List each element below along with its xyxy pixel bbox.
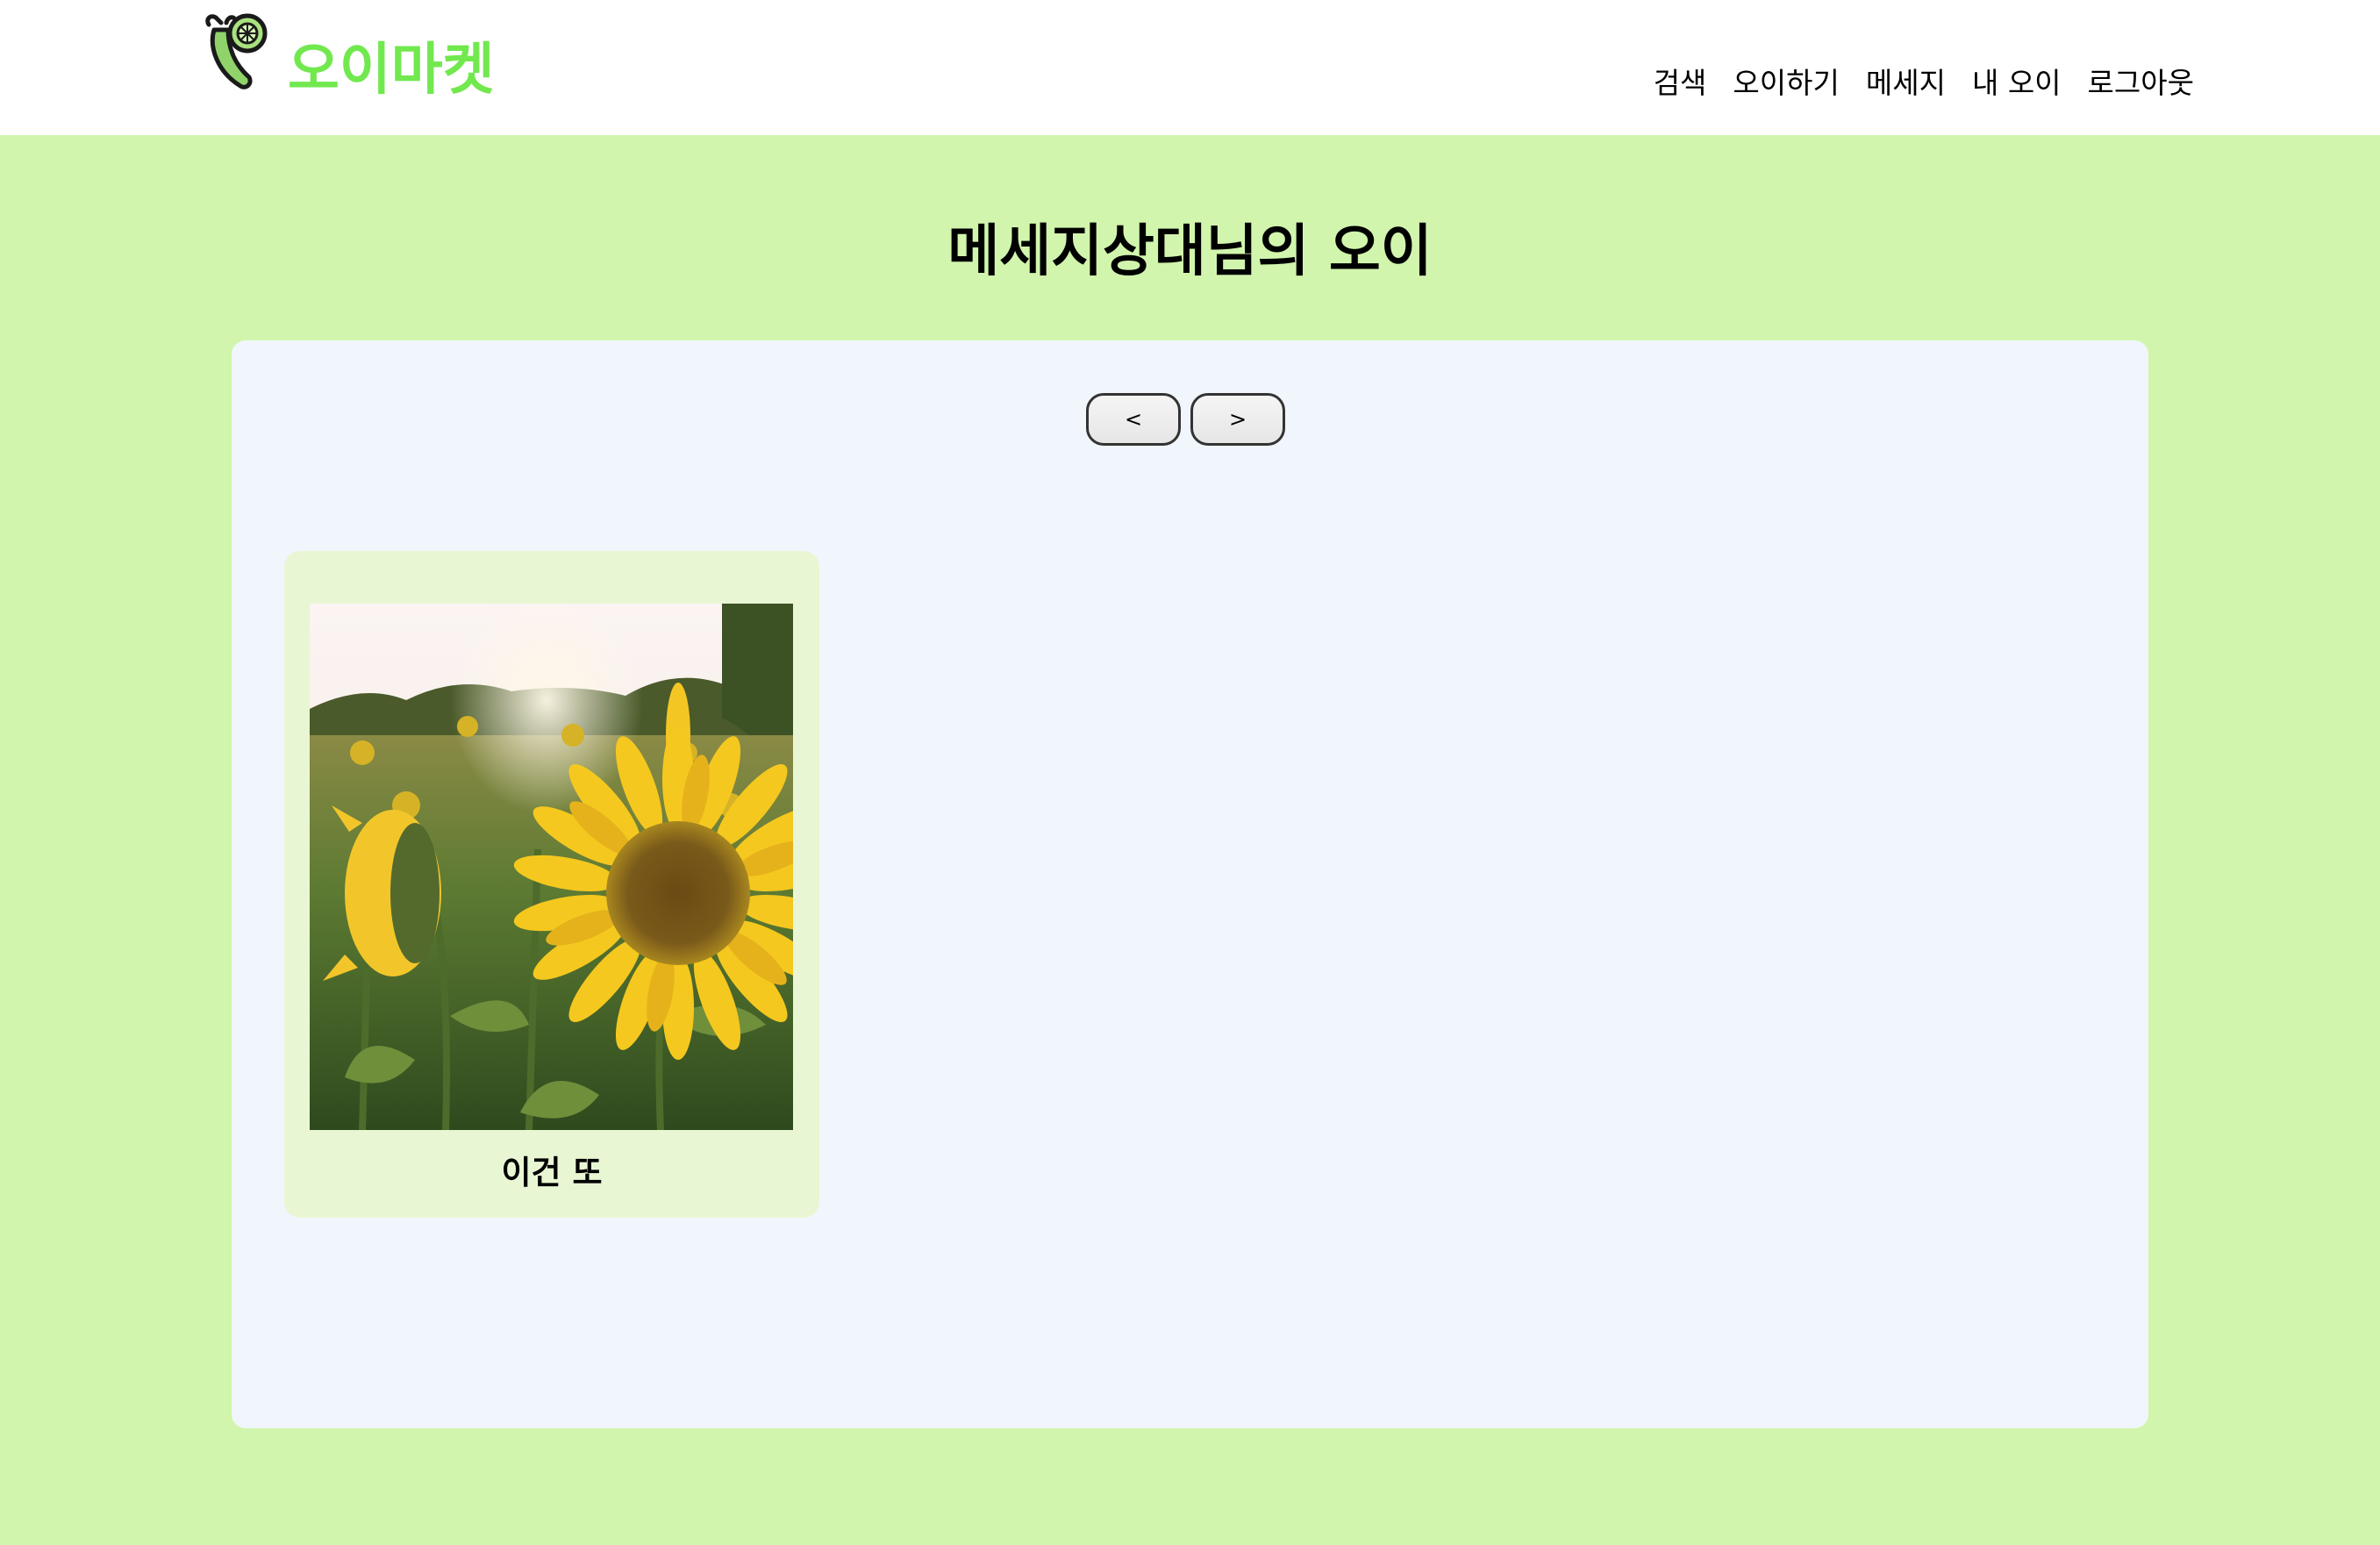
prev-page-button[interactable]: < xyxy=(1086,393,1181,446)
next-page-button[interactable]: > xyxy=(1190,393,1285,446)
nav-logout[interactable]: 로그아웃 xyxy=(2088,68,2194,97)
nav-sell[interactable]: 오이하기 xyxy=(1733,68,1839,97)
item-title[interactable]: 이건 또 xyxy=(284,1156,819,1189)
nav-my-items[interactable]: 내 오이 xyxy=(1972,68,2062,97)
cucumber-icon[interactable] xyxy=(202,11,272,89)
nav-messages[interactable]: 메세지 xyxy=(1866,68,1946,97)
logo-text[interactable]: 오이마켓 xyxy=(288,42,495,98)
item-list-panel: < > 이건 또 xyxy=(232,340,2148,1428)
main-nav: 검색 오이하기 메세지 내 오이 로그아웃 xyxy=(1654,68,2194,97)
page-title: 메세지상대님의 오이 xyxy=(947,218,1433,284)
item-image[interactable] xyxy=(310,604,793,1130)
header: 오이마켓 검색 오이하기 메세지 내 오이 로그아웃 xyxy=(0,0,2380,135)
nav-search[interactable]: 검색 xyxy=(1654,68,1707,97)
item-card[interactable]: 이건 또 xyxy=(284,551,819,1218)
sunflower-image xyxy=(310,604,793,1130)
